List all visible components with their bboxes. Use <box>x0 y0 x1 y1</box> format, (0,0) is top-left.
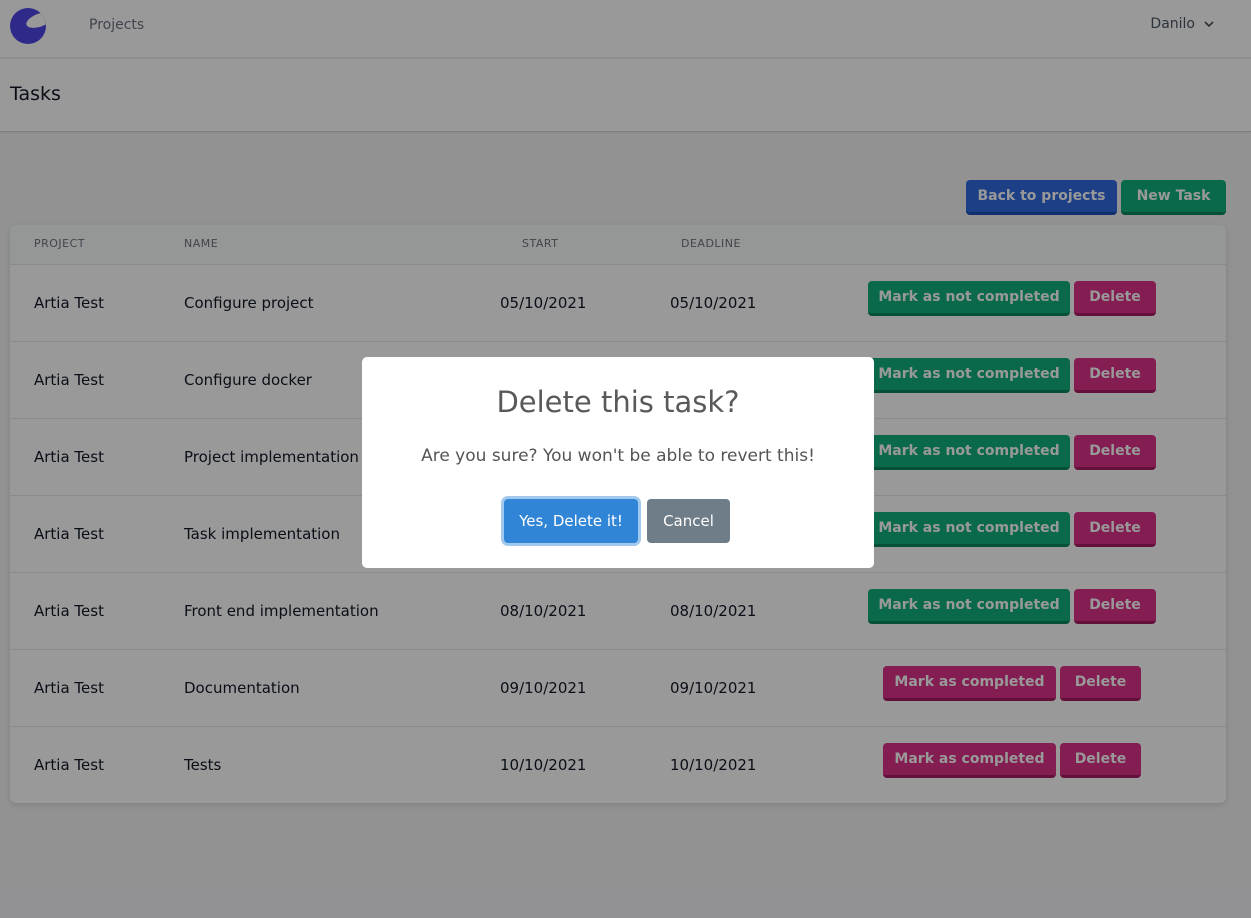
cancel-button[interactable]: Cancel <box>647 499 730 543</box>
delete-confirm-dialog: Delete this task? Are you sure? You won'… <box>362 357 874 568</box>
confirm-delete-button[interactable]: Yes, Delete it! <box>504 499 638 543</box>
dialog-message: Are you sure? You won't be able to rever… <box>421 446 815 466</box>
dialog-title: Delete this task? <box>496 385 740 419</box>
